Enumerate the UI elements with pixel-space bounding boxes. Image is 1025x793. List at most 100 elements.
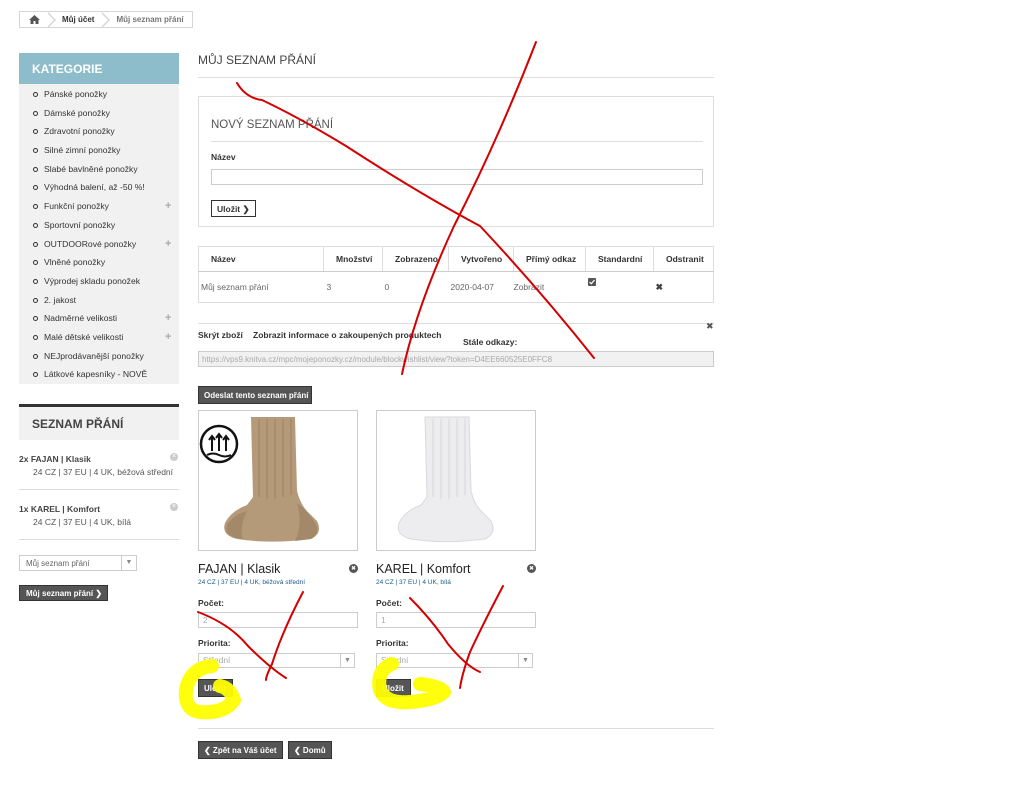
category-item[interactable]: Sportovní ponožky — [19, 216, 179, 235]
category-item[interactable]: NEJprodávanější ponožky — [19, 347, 179, 366]
category-label[interactable]: Funkční ponožky — [44, 201, 109, 211]
priority-select[interactable]: Střední ▼ — [376, 653, 533, 668]
wishlist-link[interactable]: Můj seznam přání — [201, 282, 269, 292]
category-item[interactable]: Funkční ponožky + — [19, 197, 179, 216]
category-item[interactable]: Vlněné ponožky — [19, 253, 179, 272]
product-attributes: 24 CZ | 37 EU | 4 UK, béžová střední — [198, 579, 306, 586]
category-item[interactable]: OUTDOORové ponožky + — [19, 235, 179, 254]
category-label[interactable]: 2. jakost — [44, 295, 76, 305]
category-item[interactable]: Silné zimní ponožky — [19, 141, 179, 160]
divider — [211, 141, 703, 142]
expand-plus-icon[interactable]: + — [165, 328, 171, 347]
save-wishlist-button[interactable]: Uložit ❯ — [211, 200, 256, 217]
permalink-input[interactable]: https://vps9.knitva.cz/mpc/mojeponozky.c… — [198, 351, 714, 367]
bullet-icon — [33, 353, 38, 359]
wishlist-item-name[interactable]: 1x KAREL | Komfort — [19, 504, 100, 514]
product-image[interactable] — [376, 410, 536, 551]
back-to-account-button[interactable]: ❮ Zpět na Váš účet — [198, 741, 283, 759]
bullet-icon — [33, 204, 38, 210]
category-label[interactable]: Výhodná balení, až -50 %! — [44, 182, 145, 192]
category-item[interactable]: Výprodej skladu ponožek — [19, 272, 179, 291]
category-label[interactable]: NEJprodávanější ponožky — [44, 351, 144, 361]
hide-products-link[interactable]: Skrýt zboží — [198, 330, 243, 340]
cell-delete: ✖ — [653, 271, 714, 303]
quantity-input[interactable]: 1 — [376, 612, 536, 628]
col-header-viewed: Zobrazeno — [382, 246, 449, 272]
quantity-input[interactable]: 2 — [198, 612, 358, 628]
bullet-icon — [33, 372, 38, 378]
show-purchase-info-link[interactable]: Zobrazit informace o zakoupených produkt… — [253, 330, 441, 340]
wishlist-name-input[interactable] — [211, 169, 703, 185]
new-wishlist-title: NOVÝ SEZNAM PŘÁNÍ — [211, 119, 334, 131]
category-item[interactable]: Zdravotní ponožky — [19, 122, 179, 141]
expand-plus-icon[interactable]: + — [165, 309, 171, 328]
category-label[interactable]: Pánské ponožky — [44, 89, 107, 99]
bullet-icon — [33, 297, 38, 303]
breadcrumb-my-account[interactable]: Můj účet — [56, 12, 102, 27]
category-label[interactable]: OUTDOORové ponožky — [44, 239, 136, 249]
category-label[interactable]: Látkové kapesníky - NOVĚ — [44, 369, 147, 379]
priority-value: Střední — [381, 655, 409, 665]
save-product-button[interactable]: Uložit — [376, 679, 411, 697]
priority-select[interactable]: Střední ▼ — [198, 653, 355, 668]
priority-label: Priorita: — [198, 638, 231, 648]
breadcrumb-separator — [101, 12, 111, 28]
home-button[interactable]: ❮ Domů — [288, 741, 332, 759]
my-wishlist-button[interactable]: Můj seznam přání ❯ — [19, 585, 108, 601]
category-label[interactable]: Malé dětské velikosti — [44, 332, 123, 342]
category-label[interactable]: Výprodej skladu ponožek — [44, 276, 140, 286]
chevron-down-icon[interactable]: ▼ — [121, 556, 136, 570]
save-product-button[interactable]: Uložit — [198, 679, 233, 697]
remove-product-icon[interactable]: ✖ — [527, 564, 536, 573]
wishlist-item: 2x FAJAN | Klasik × 24 CZ | 37 EU | 4 UK… — [19, 440, 179, 490]
category-label[interactable]: Nadměrné velikosti — [44, 313, 117, 323]
new-wishlist-form: NOVÝ SEZNAM PŘÁNÍ Název Uložit ❯ — [198, 96, 714, 227]
category-item[interactable]: Látkové kapesníky - NOVĚ — [19, 365, 179, 384]
checkbox-checked-icon — [587, 278, 596, 286]
col-header-name: Název — [198, 246, 324, 272]
view-link[interactable]: Zobrazit — [514, 282, 545, 292]
breadcrumb-separator — [47, 12, 56, 28]
category-item[interactable]: Slabé bavlněné ponožky — [19, 160, 179, 179]
chevron-down-icon[interactable]: ▼ — [518, 654, 532, 667]
cell-link[interactable]: Zobrazit — [513, 271, 586, 303]
remove-product-icon[interactable]: ✖ — [349, 564, 358, 573]
expand-plus-icon[interactable]: + — [165, 197, 171, 216]
col-header-created: Vytvořeno — [448, 246, 514, 272]
bullet-icon — [33, 110, 38, 116]
category-item[interactable]: Dámské ponožky — [19, 104, 179, 123]
category-label[interactable]: Slabé bavlněné ponožky — [44, 164, 138, 174]
col-header-default: Standardní — [585, 246, 654, 272]
quantity-label: Počet: — [198, 598, 224, 608]
remove-icon[interactable]: × — [170, 503, 178, 511]
close-icon[interactable]: ✖ — [706, 322, 714, 332]
product-image[interactable] — [198, 410, 358, 551]
category-label[interactable]: Zdravotní ponožky — [44, 126, 115, 136]
category-label[interactable]: Dámské ponožky — [44, 108, 110, 118]
category-label[interactable]: Vlněné ponožky — [44, 257, 105, 267]
delete-icon[interactable]: ✖ — [656, 282, 664, 292]
category-item[interactable]: Malé dětské velikosti + — [19, 328, 179, 347]
chevron-down-icon[interactable]: ▼ — [340, 654, 354, 667]
bullet-icon — [33, 334, 38, 340]
remove-icon[interactable]: × — [170, 453, 178, 461]
cell-name[interactable]: Můj seznam přání — [198, 271, 324, 303]
product-name[interactable]: FAJAN | Klasik — [198, 562, 280, 576]
priority-label: Priorita: — [376, 638, 409, 648]
priority-value: Střední — [203, 655, 231, 665]
category-item[interactable]: Výhodná balení, až -50 %! — [19, 178, 179, 197]
wishlist-item-name[interactable]: 2x FAJAN | Klasik — [19, 454, 91, 464]
category-item[interactable]: Pánské ponožky — [19, 85, 179, 104]
expand-plus-icon[interactable]: + — [165, 235, 171, 254]
breadcrumb-home[interactable] — [20, 12, 48, 27]
category-label[interactable]: Silné zimní ponožky — [44, 145, 120, 155]
category-list: Pánské ponožky Dámské ponožky Zdravotní … — [19, 84, 179, 384]
product-name[interactable]: KAREL | Komfort — [376, 562, 470, 576]
product-attributes: 24 CZ | 37 EU | 4 UK, bílá — [376, 579, 451, 586]
send-wishlist-button[interactable]: Odeslat tento seznam přání — [198, 386, 312, 404]
category-item[interactable]: Nadměrné velikosti + — [19, 309, 179, 328]
wishlist-select[interactable]: Můj seznam přání ▼ — [19, 555, 137, 571]
category-label[interactable]: Sportovní ponožky — [44, 220, 115, 230]
sock-beige-image — [199, 417, 319, 542]
category-item[interactable]: 2. jakost — [19, 291, 179, 310]
